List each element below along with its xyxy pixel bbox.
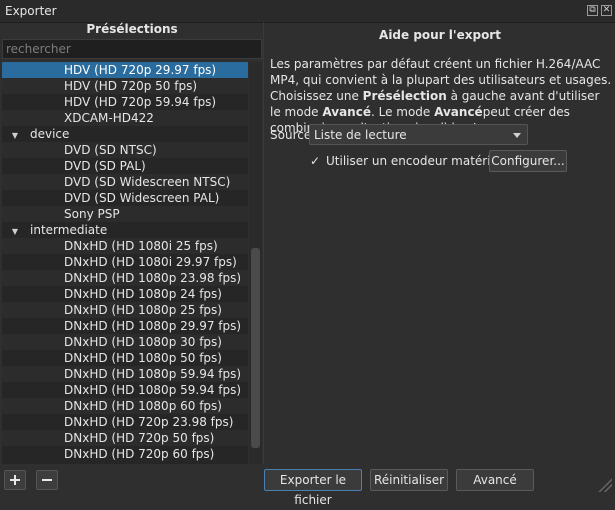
preset-tree[interactable]: HDV (HD 720p 29.97 fps) HDV (HD 720p 50 f… xyxy=(2,62,248,464)
window-title: Exporter xyxy=(5,4,57,18)
tree-row-label: DNxHD (HD 1080p 59.94 fps) xyxy=(64,367,242,381)
tree-row-label: device xyxy=(30,127,70,141)
preset-item[interactable]: DVD (SD Widescreen PAL) xyxy=(2,190,248,206)
preset-item[interactable]: DNxHD (HD 1080p 25 fps) xyxy=(2,302,248,318)
tree-row-label: DNxHD (HD 1080p 50 fps) xyxy=(64,351,222,365)
tree-row-label: DNxHD (HD 1080i 25 fps) xyxy=(64,239,218,253)
preset-item[interactable]: HDV (HD 720p 29.97 fps) xyxy=(2,62,248,78)
preset-item[interactable]: DVD (SD NTSC) xyxy=(2,142,248,158)
tree-row-label: DNxHD (HD 1080p 60 fps) xyxy=(64,399,222,413)
tree-row-label: XDCAM-HD422 xyxy=(64,111,154,125)
tree-row-label: DNxHD (HD 720p 50 fps) xyxy=(64,431,215,445)
preset-item[interactable]: XDCAM-HD422 xyxy=(2,110,248,126)
preset-item[interactable]: HDV (HD 720p 50 fps) xyxy=(2,78,248,94)
tree-row-label: DNxHD (HD 1080p 59.94 fps) xyxy=(64,383,242,397)
tree-row-label: Sony PSP xyxy=(64,207,120,221)
resize-grip-icon[interactable] xyxy=(598,478,612,492)
hw-encoder-checkbox[interactable]: ✓ xyxy=(310,154,320,168)
preset-item[interactable]: DNxHD (HD 720p 60 fps) xyxy=(2,446,248,462)
tree-category-device[interactable]: ▼ device xyxy=(2,126,248,142)
tree-row-label: DVD (SD Widescreen NTSC) xyxy=(64,175,231,189)
source-value: Liste de lecture xyxy=(314,128,407,142)
title-bar: Exporter ⧉ ✕ xyxy=(0,0,615,23)
preset-item[interactable]: DNxHD (HD 720p 23.98 fps) xyxy=(2,414,248,430)
preset-search-input[interactable]: rechercher xyxy=(2,39,262,59)
restore-icon[interactable]: ⧉ xyxy=(587,5,598,16)
tree-row-label: DVD (SD PAL) xyxy=(64,159,146,173)
tree-row-label: DNxHD (HD 1080p 24 fps) xyxy=(64,287,222,301)
presets-heading: Présélections xyxy=(86,22,178,36)
preset-item[interactable]: Sony PSP xyxy=(2,206,248,222)
preset-item[interactable]: DNxHD (HD 1080p 24 fps) xyxy=(2,286,248,302)
tree-row-label: DNxHD (HD 1080p 23.98 fps) xyxy=(64,271,242,285)
tree-row-label: DVD (SD NTSC) xyxy=(64,143,157,157)
preset-item[interactable]: DNxHD (HD 1080i 25 fps) xyxy=(2,238,248,254)
preset-item[interactable]: DNxHD (HD 1080i 29.97 fps) xyxy=(2,254,248,270)
tree-row-label: DNxHD (HD 1080p 25 fps) xyxy=(64,303,222,317)
preset-item[interactable]: DVD (SD PAL) xyxy=(2,158,248,174)
help-title: Aide pour l'export xyxy=(379,28,501,42)
source-label: Source xyxy=(270,128,312,142)
preset-item[interactable]: HDV (HD 720p 59.94 fps) xyxy=(2,94,248,110)
preset-item[interactable]: DNxHD (HD 1080p 30 fps) xyxy=(2,334,248,350)
scrollbar-thumb[interactable] xyxy=(251,248,260,448)
preset-item[interactable]: DNxHD (HD 1080p 23.98 fps) xyxy=(2,270,248,286)
preset-item[interactable]: DNxHD (HD 720p 50 fps) xyxy=(2,430,248,446)
panel-divider xyxy=(263,22,264,464)
advanced-button[interactable]: Avancé xyxy=(456,469,534,491)
tree-category-intermediate[interactable]: ▼ intermediate xyxy=(2,222,248,238)
add-preset-button[interactable] xyxy=(4,470,26,490)
hw-encoder-label[interactable]: Utiliser un encodeur matériel xyxy=(326,154,501,168)
configure-button[interactable]: Configurer... xyxy=(489,150,567,172)
tree-row-label: HDV (HD 720p 59.94 fps) xyxy=(64,95,217,109)
preset-tree-scrollbar[interactable] xyxy=(249,62,262,464)
source-dropdown[interactable]: Liste de lecture xyxy=(309,124,528,145)
chevron-down-icon xyxy=(513,133,521,138)
tree-row-label: DNxHD (HD 1080p 30 fps) xyxy=(64,335,222,349)
tree-row-label: DNxHD (HD 1080i 29.97 fps) xyxy=(64,255,237,269)
tree-row-label: DNxHD (HD 720p 23.98 fps) xyxy=(64,415,234,429)
preset-item[interactable]: DVD (SD Widescreen NTSC) xyxy=(2,174,248,190)
close-icon[interactable]: ✕ xyxy=(601,5,612,16)
tree-row-label: DNxHD (HD 720p 60 fps) xyxy=(64,447,215,461)
preset-item[interactable]: DNxHD (HD 1080p 60 fps) xyxy=(2,398,248,414)
export-file-button[interactable]: Exporter le fichier xyxy=(264,469,362,507)
preset-item[interactable]: DNxHD (HD 1080p 50 fps) xyxy=(2,350,248,366)
preset-item[interactable]: DNxHD (HD 1080p 59.94 fps) xyxy=(2,382,248,398)
tree-row-label: HDV (HD 720p 50 fps) xyxy=(64,79,198,93)
preset-item[interactable]: DNxHD (HD 1080p 59.94 fps) xyxy=(2,366,248,382)
tree-row-label: intermediate xyxy=(30,223,108,237)
tree-row-label: DVD (SD Widescreen PAL) xyxy=(64,191,220,205)
preset-item[interactable]: DNxHD (HD 1080p 29.97 fps) xyxy=(2,318,248,334)
tree-row-label: DNxHD (HD 1080p 29.97 fps) xyxy=(64,319,242,333)
tree-row-label: HDV (HD 720p 29.97 fps) xyxy=(64,63,217,77)
reset-button[interactable]: Réinitialiser xyxy=(370,469,448,491)
remove-preset-button[interactable] xyxy=(36,470,58,490)
